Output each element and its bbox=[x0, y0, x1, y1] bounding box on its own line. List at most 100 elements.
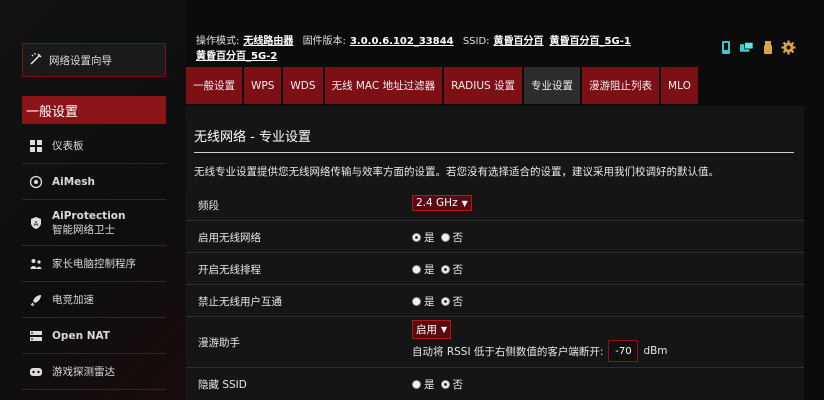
sidebar-item-game-boost[interactable]: 电竞加速 bbox=[22, 282, 166, 318]
settings-row-ap-isolation: 禁止无线用户互通 是 否 bbox=[186, 285, 804, 317]
sidebar: 网络设置向导 一般设置 仪表板 AiMesh A AiProtection 智能… bbox=[0, 0, 186, 400]
ssid-label: SSID: bbox=[462, 36, 490, 47]
divider bbox=[194, 152, 794, 153]
hide-ssid-no[interactable]: 否 bbox=[440, 377, 464, 392]
radio-selected-icon bbox=[440, 265, 450, 274]
sidebar-menu: 仪表板 AiMesh A AiProtection 智能网络卫士 家长电脑控制程… bbox=[22, 128, 166, 390]
band-label: 频段 bbox=[198, 200, 219, 212]
radio-label: 否 bbox=[452, 232, 464, 244]
page-description: 无线专业设置提供您无线网络传输与效率方面的设置。若您没有选择适合的设置，建议采用… bbox=[194, 166, 719, 178]
radio-label: 是 bbox=[424, 379, 435, 391]
radio-selected-icon bbox=[440, 297, 450, 306]
wizard-icon bbox=[29, 52, 43, 69]
status-icons bbox=[718, 40, 796, 55]
sidebar-item-sublabel: 智能网络卫士 bbox=[52, 223, 115, 236]
rssi-description: 自动将 RSSI 低于右侧数值的客户端断开: bbox=[412, 345, 604, 358]
sidebar-item-open-nat[interactable]: Open NAT bbox=[22, 318, 166, 354]
band-select[interactable]: 2.4 GHz ▼ bbox=[412, 195, 472, 211]
network-status-icon[interactable] bbox=[718, 40, 733, 55]
settings-row-hide-ssid: 隐藏 SSID 是 否 bbox=[186, 368, 804, 400]
shield-icon: A bbox=[28, 215, 44, 231]
quick-setup-label: 网络设置向导 bbox=[49, 54, 112, 67]
firmware-label: 固件版本: bbox=[302, 36, 346, 47]
rssi-unit: dBm bbox=[643, 345, 668, 357]
tab-mlo[interactable]: MLO bbox=[661, 67, 698, 104]
hide-ssid-label: 隐藏 SSID bbox=[198, 379, 247, 391]
ap-isolation-yes[interactable]: 是 bbox=[412, 294, 435, 309]
page-title: 无线网络 - 专业设置 bbox=[194, 130, 311, 145]
enable-radio-label: 启用无线网络 bbox=[198, 232, 261, 244]
band-select-value: 2.4 GHz bbox=[416, 197, 458, 209]
hide-ssid-yes[interactable]: 是 bbox=[412, 377, 435, 392]
dashboard-icon bbox=[28, 138, 44, 154]
settings-panel: 无线网络 - 专业设置 无线专业设置提供您无线网络传输与效率方面的设置。若您没有… bbox=[186, 106, 804, 400]
roaming-assistant-select[interactable]: 启用 ▼ bbox=[412, 320, 452, 339]
wireless-schedule-label: 开启无线排程 bbox=[198, 264, 261, 276]
chevron-down-icon: ▼ bbox=[441, 325, 448, 334]
tab-radius[interactable]: RADIUS 设置 bbox=[444, 67, 523, 104]
tab-professional[interactable]: 专业设置 bbox=[524, 67, 581, 104]
radio-selected-icon bbox=[440, 380, 450, 389]
radio-label: 否 bbox=[452, 264, 464, 276]
aimesh-icon bbox=[28, 174, 44, 190]
radio-label: 是 bbox=[424, 264, 435, 276]
rocket-icon bbox=[28, 292, 44, 308]
sidebar-item-label: Open NAT bbox=[52, 329, 110, 342]
sidebar-item-game-radar[interactable]: 游戏探测雷达 bbox=[22, 354, 166, 390]
open-nat-icon bbox=[28, 328, 44, 344]
tab-bar: 一般设置 WPS WDS 无线 MAC 地址过滤器 RADIUS 设置 专业设置… bbox=[186, 67, 700, 104]
radio-selected-icon bbox=[412, 233, 421, 242]
roaming-assistant-label: 漫游助手 bbox=[198, 337, 240, 349]
radio-unselected-icon bbox=[412, 265, 421, 274]
ssid-link[interactable]: 黄昏百分百 bbox=[494, 36, 544, 47]
sidebar-item-label: 仪表板 bbox=[52, 139, 84, 152]
firmware-value-link[interactable]: 3.0.0.6.102_33844 bbox=[350, 36, 454, 47]
sidebar-item-label: 电竞加速 bbox=[52, 293, 94, 306]
enable-radio-yes[interactable]: 是 bbox=[412, 230, 435, 245]
router-icon[interactable] bbox=[739, 40, 754, 55]
settings-row-band: 频段 2.4 GHz ▼ bbox=[186, 190, 804, 221]
status-bar: 操作模式: 无线路由器 固件版本: 3.0.0.6.102_33844 SSID: 黄… bbox=[196, 34, 696, 64]
settings-row-enable-radio: 启用无线网络 是 否 bbox=[186, 221, 804, 253]
radio-unselected-icon bbox=[440, 233, 450, 242]
wireless-schedule-no[interactable]: 否 bbox=[440, 262, 464, 277]
svg-text:A: A bbox=[34, 220, 39, 228]
ssid-link[interactable]: 黄昏百分百_5G-2 bbox=[196, 51, 277, 62]
chevron-down-icon: ▼ bbox=[461, 198, 468, 208]
gear-icon[interactable] bbox=[781, 40, 796, 55]
radio-label: 是 bbox=[424, 296, 435, 308]
wireless-schedule-yes[interactable]: 是 bbox=[412, 262, 435, 277]
ap-isolation-label: 禁止无线用户互通 bbox=[198, 296, 282, 308]
parental-control-icon bbox=[28, 256, 44, 272]
mode-label: 操作模式: bbox=[196, 36, 240, 47]
usb-icon[interactable] bbox=[760, 40, 775, 55]
ssid-link[interactable]: 黄昏百分百_5G-1 bbox=[550, 36, 631, 47]
ap-isolation-no[interactable]: 否 bbox=[440, 294, 464, 309]
mode-value-link[interactable]: 无线路由器 bbox=[243, 36, 293, 47]
tab-general[interactable]: 一般设置 bbox=[186, 67, 242, 104]
tab-wds[interactable]: WDS bbox=[283, 67, 323, 104]
enable-radio-no[interactable]: 否 bbox=[440, 230, 464, 245]
radio-label: 是 bbox=[424, 232, 435, 244]
tab-roaming-block-list[interactable]: 漫游阻止列表 bbox=[582, 67, 660, 104]
settings-row-wireless-schedule: 开启无线排程 是 否 bbox=[186, 253, 804, 285]
sidebar-item-label: 游戏探测雷达 bbox=[52, 365, 115, 378]
radio-label: 否 bbox=[452, 296, 464, 308]
radio-unselected-icon bbox=[412, 380, 421, 389]
sidebar-item-aimesh[interactable]: AiMesh bbox=[22, 164, 166, 200]
sidebar-item-dashboard[interactable]: 仪表板 bbox=[22, 128, 166, 164]
sidebar-item-parental-control[interactable]: 家长电脑控制程序 bbox=[22, 246, 166, 282]
sidebar-item-aiprotection[interactable]: A AiProtection 智能网络卫士 bbox=[22, 200, 166, 246]
radar-icon bbox=[28, 364, 44, 380]
tab-wps[interactable]: WPS bbox=[244, 67, 282, 104]
sidebar-item-label: 家长电脑控制程序 bbox=[52, 257, 136, 270]
rssi-threshold-input[interactable]: -70 bbox=[608, 340, 639, 362]
sidebar-section-title: 一般设置 bbox=[22, 96, 166, 124]
radio-label: 否 bbox=[452, 379, 464, 391]
settings-row-roaming-assistant: 漫游助手 启用 ▼ 自动将 RSSI 低于右侧数值的客户端断开: -70 dBm bbox=[186, 317, 804, 368]
radio-unselected-icon bbox=[412, 297, 421, 306]
tab-mac-filter[interactable]: 无线 MAC 地址过滤器 bbox=[324, 67, 443, 104]
sidebar-item-label: AiMesh bbox=[52, 175, 96, 188]
quick-setup-button[interactable]: 网络设置向导 bbox=[22, 43, 166, 77]
roaming-assistant-value: 启用 bbox=[416, 324, 437, 336]
